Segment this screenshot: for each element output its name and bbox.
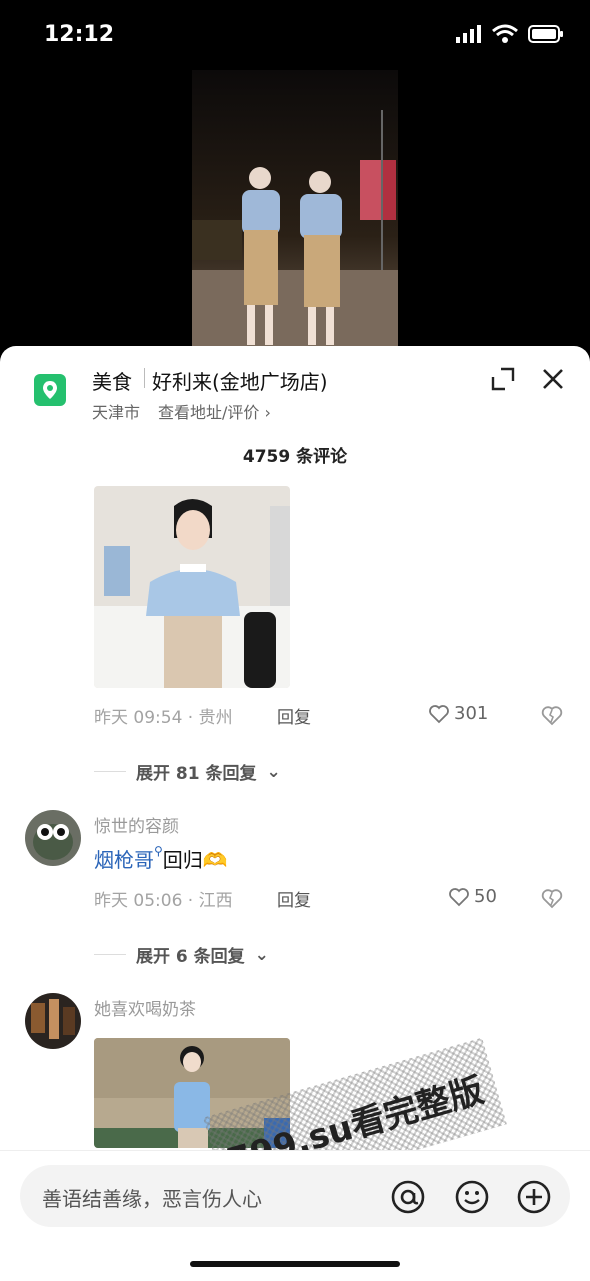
- location-pin-icon: [34, 374, 66, 406]
- like-button[interactable]: 301: [428, 703, 488, 724]
- comment-username[interactable]: 惊世的容颜: [94, 812, 179, 837]
- location-category: 美食: [92, 370, 132, 394]
- dislike-button[interactable]: [540, 886, 564, 910]
- status-time: 12:12: [44, 22, 115, 47]
- like-button[interactable]: 50: [448, 886, 497, 907]
- comment-sheet: 美食 好利来(金地广场店) 天津市 查看地址/评价 › 4759 条评论 昨天 …: [0, 346, 590, 1280]
- comment-input-placeholder: 善语结善缘，恶言伤人心: [42, 1187, 262, 1211]
- reply-button[interactable]: 回复: [277, 886, 311, 911]
- signal-icon: [456, 25, 481, 43]
- dislike-button[interactable]: [540, 703, 564, 727]
- comment-username[interactable]: 她喜欢喝奶茶: [94, 995, 196, 1020]
- emoji-button[interactable]: [454, 1179, 489, 1214]
- close-icon: [543, 369, 563, 389]
- close-button[interactable]: [538, 364, 568, 394]
- like-count: 50: [474, 886, 497, 907]
- comment-meta: 昨天 09:54 · 贵州: [94, 708, 233, 728]
- status-icons: [456, 24, 564, 44]
- view-address-link[interactable]: 查看地址/评价 ›: [158, 399, 271, 423]
- reply-button[interactable]: 回复: [277, 703, 311, 728]
- add-button[interactable]: [516, 1179, 551, 1214]
- broken-heart-icon: [541, 706, 563, 726]
- divider: [144, 368, 145, 388]
- emoji: 🫶: [202, 848, 228, 872]
- comment-input[interactable]: 善语结善缘，恶言伤人心: [20, 1165, 570, 1227]
- comment-image[interactable]: [94, 486, 290, 688]
- video-preview[interactable]: [192, 70, 398, 346]
- expand-replies-button[interactable]: 展开 81 条回复 ⌄: [94, 759, 281, 784]
- divider: [94, 771, 126, 772]
- expand-icon: [491, 367, 515, 391]
- expand-replies-label: 展开 81 条回复: [136, 764, 257, 784]
- avatar[interactable]: [25, 993, 81, 1049]
- comment-text: 烟枪哥⚲回归🫶: [94, 844, 228, 873]
- divider: [94, 954, 126, 955]
- expand-button[interactable]: [488, 364, 518, 394]
- status-bar: 12:12: [0, 0, 590, 70]
- comment-body: 回归: [162, 848, 203, 872]
- battery-icon: [528, 25, 563, 43]
- comments-count: 4759 条评论: [242, 447, 348, 467]
- comment-composer: 善语结善缘，恶言伤人心: [0, 1150, 590, 1281]
- wifi-icon: [492, 24, 518, 43]
- expand-replies-button[interactable]: 展开 6 条回复 ⌄: [94, 942, 269, 967]
- video-frame: [192, 70, 398, 346]
- heart-icon: [449, 887, 469, 906]
- comment-meta: 昨天 05:06 · 江西: [94, 891, 233, 911]
- search-icon: ⚲: [154, 844, 163, 858]
- smile-icon: [455, 1180, 489, 1214]
- mention-button[interactable]: [390, 1179, 425, 1214]
- home-indicator: [190, 1261, 400, 1267]
- location-name[interactable]: 好利来(金地广场店): [152, 366, 328, 395]
- heart-icon: [429, 704, 449, 723]
- mention-link[interactable]: 烟枪哥: [94, 848, 154, 872]
- like-count: 301: [454, 703, 489, 724]
- location-city: 天津市: [92, 403, 141, 422]
- chevron-down-icon: ⌄: [266, 761, 281, 782]
- broken-heart-icon: [541, 889, 563, 909]
- at-icon: [391, 1180, 425, 1214]
- avatar[interactable]: [25, 810, 81, 866]
- expand-replies-label: 展开 6 条回复: [136, 947, 245, 967]
- chevron-down-icon: ⌄: [254, 944, 269, 965]
- plus-circle-icon: [517, 1180, 551, 1214]
